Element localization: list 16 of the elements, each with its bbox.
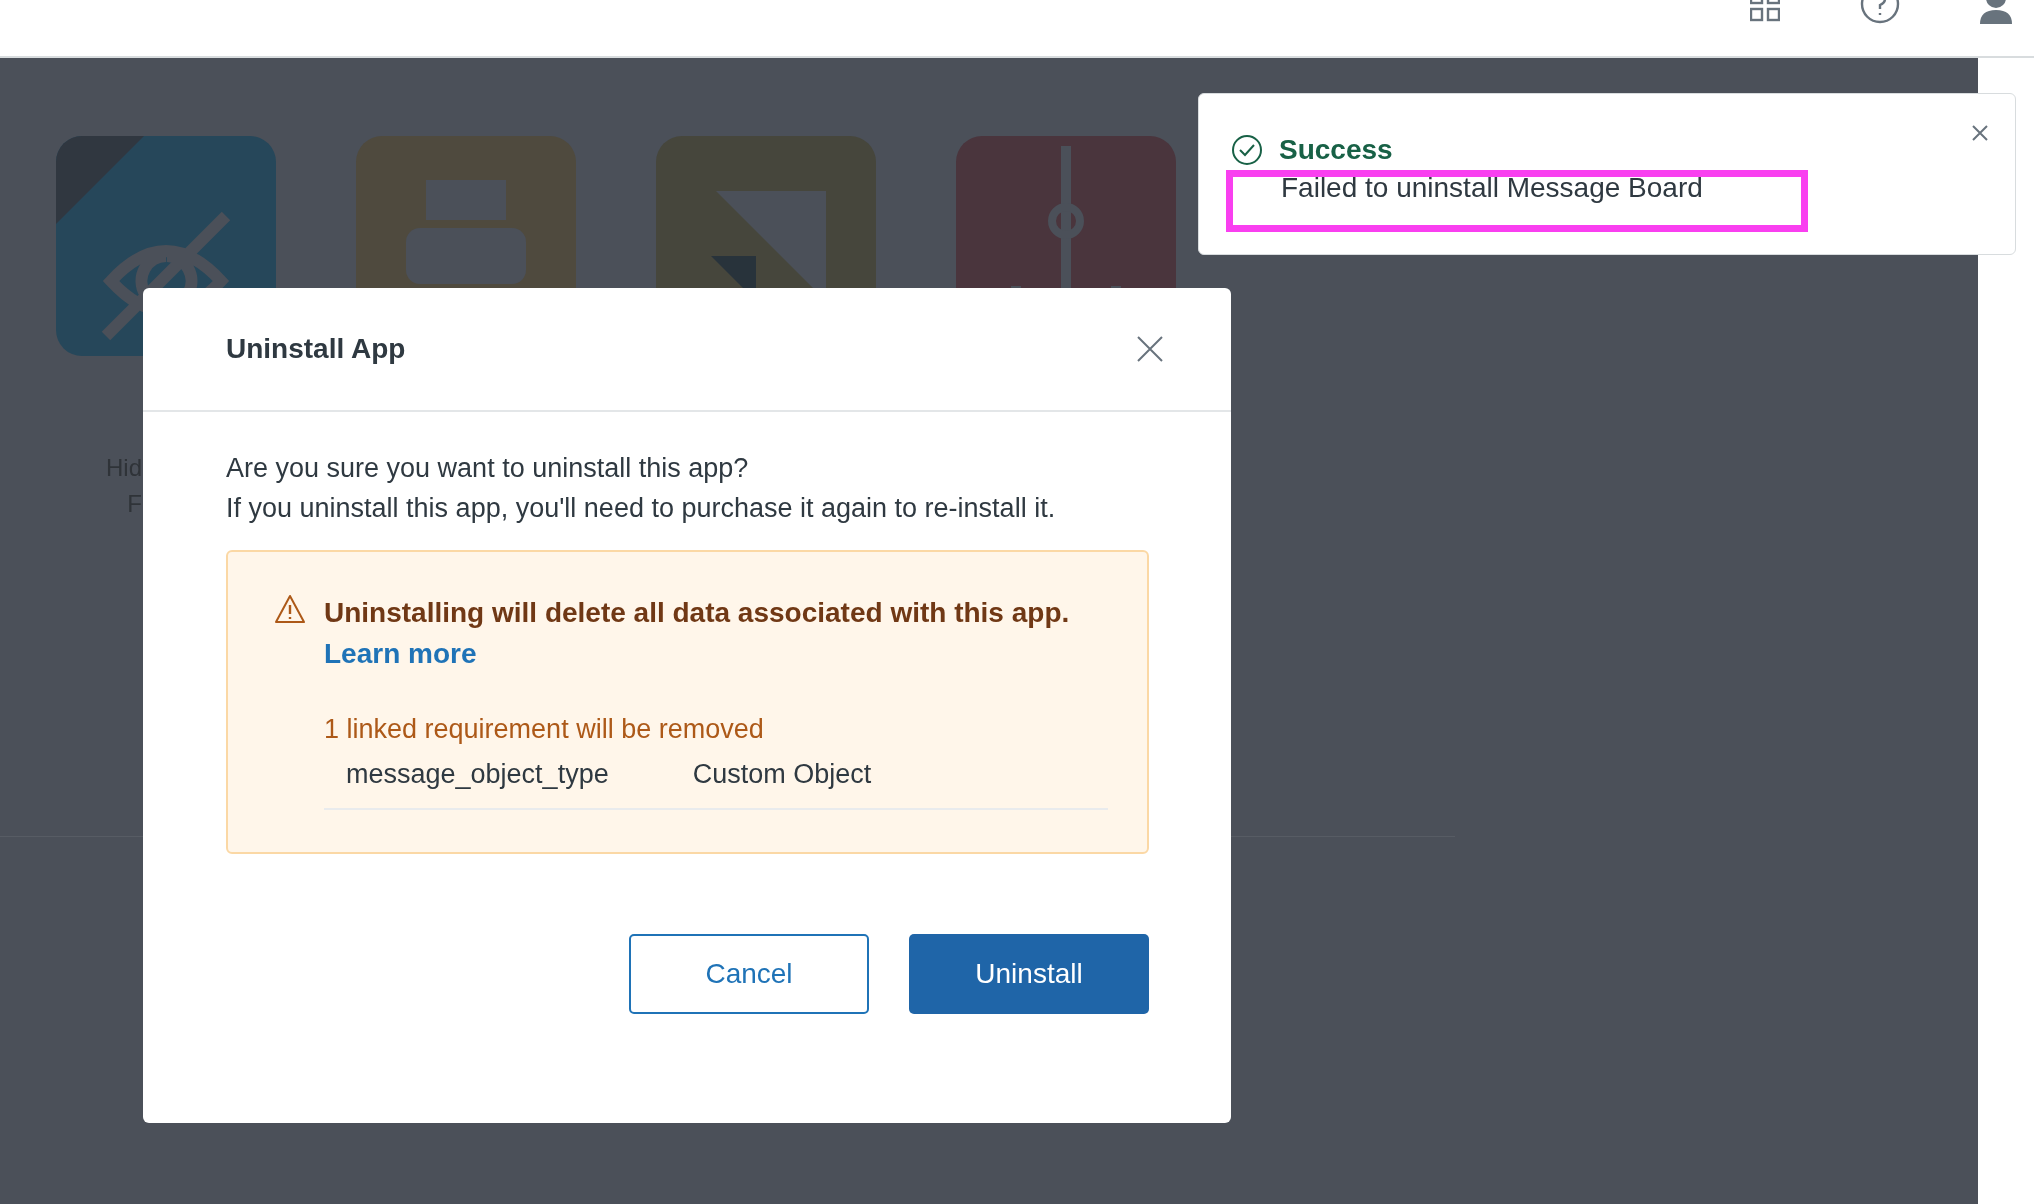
close-icon[interactable] (1971, 124, 1989, 142)
toast-message: Failed to uninstall Message Board (1281, 172, 1703, 204)
requirements-title: 1 linked requirement will be removed (324, 714, 765, 745)
uninstall-button[interactable]: Uninstall (909, 934, 1149, 1014)
dialog-text: If you uninstall this app, you'll need to purchase it again to re-install it. (226, 492, 1057, 525)
warning-icon (274, 594, 306, 624)
toast-title: Success (1279, 134, 1393, 166)
requirement-type: Custom Object (692, 759, 872, 790)
learn-more-link[interactable]: Learn more (324, 638, 477, 669)
cancel-button[interactable]: Cancel (629, 934, 869, 1014)
close-icon[interactable] (1137, 336, 1163, 362)
dialog-title: Uninstall App (226, 333, 406, 365)
warning-text: Uninstalling will delete all data associated with this app. Learn more (324, 596, 1071, 671)
check-circle-icon (1231, 134, 1263, 166)
requirement-name: message_object_type (346, 759, 609, 790)
dialog-text: Are you sure you want to uninstall this app? (226, 452, 750, 485)
